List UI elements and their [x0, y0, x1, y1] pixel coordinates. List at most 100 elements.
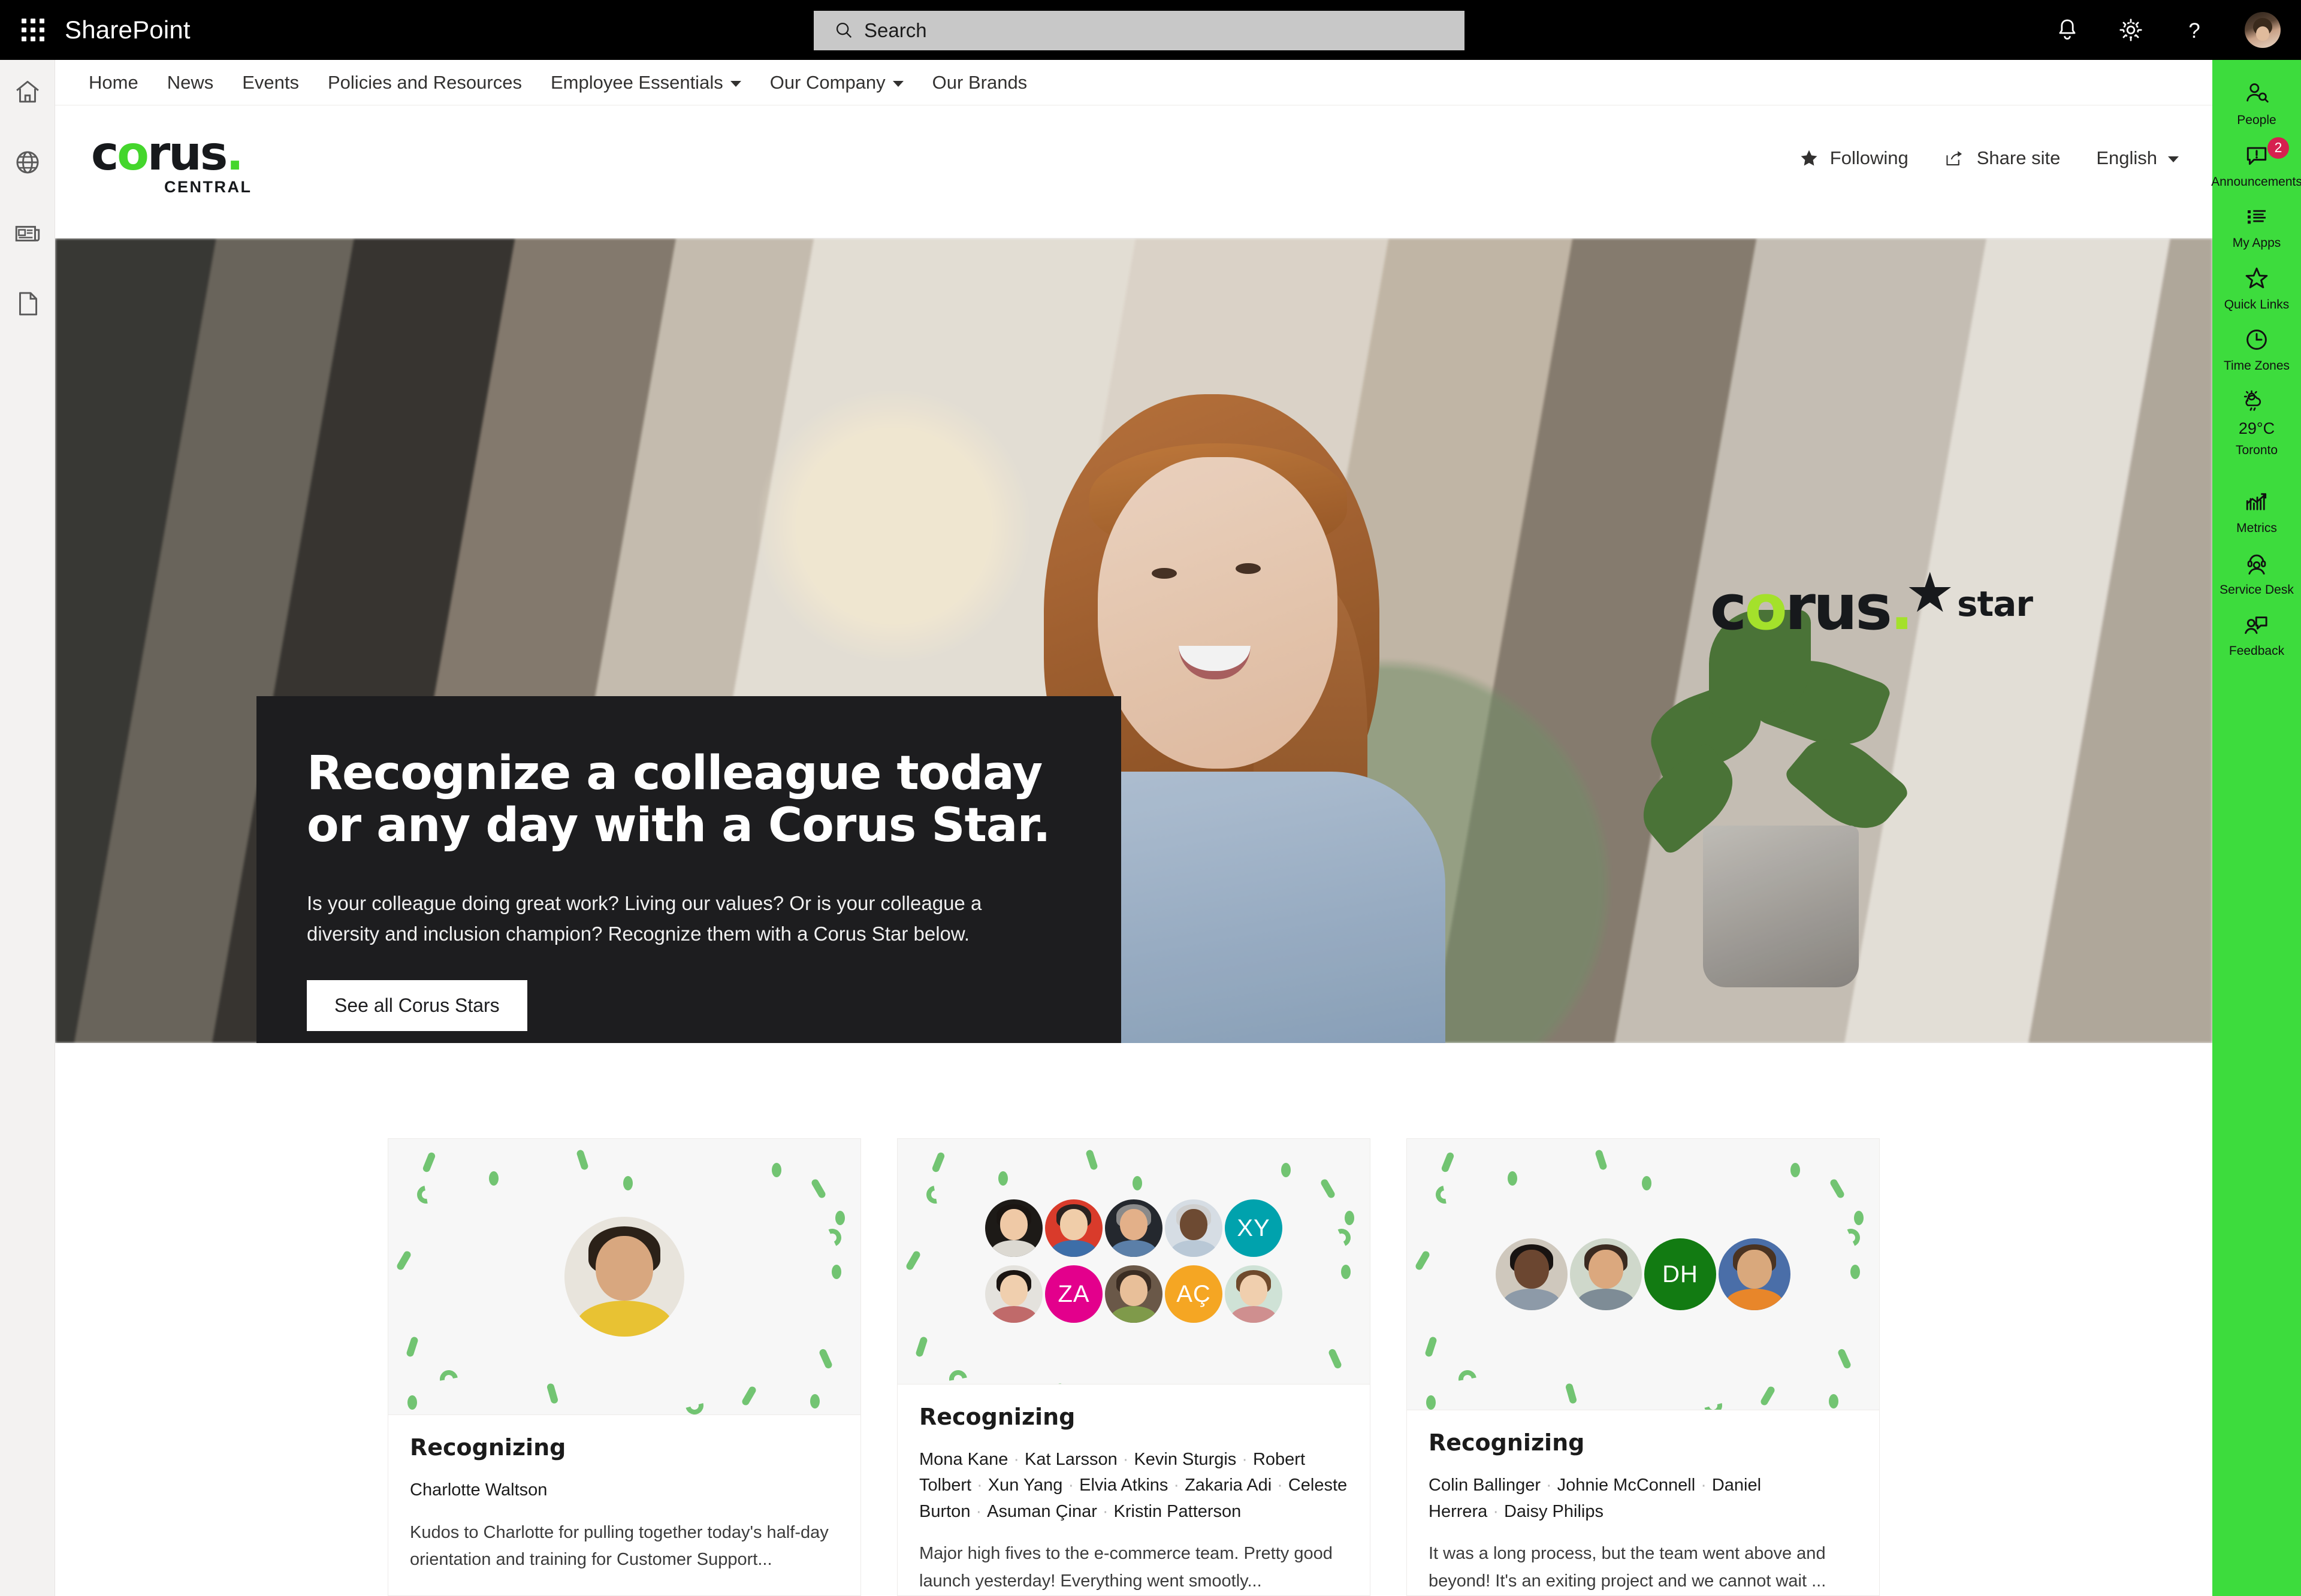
nav-label: Employee Essentials	[550, 71, 723, 93]
weather-icon	[2242, 388, 2272, 415]
notifications-icon[interactable]	[2054, 17, 2080, 43]
card-recognized-names: Colin Ballinger · Johnie McConnell · Daniel …	[1429, 1476, 1762, 1521]
globe-icon[interactable]	[13, 147, 43, 177]
right-rail-item-metrics[interactable]: Metrics	[2212, 482, 2301, 544]
recognition-card[interactable]: XY ZA AÇ Recognizing Mona Kane · Kat Larss…	[897, 1138, 1370, 1596]
share-site-label: Share site	[1976, 147, 2061, 168]
card-body: Recognizing Mona Kane · Kat Larsson · Kevin …	[898, 1383, 1370, 1595]
avatar-group: XY ZA AÇ	[985, 1199, 1282, 1323]
page-icon[interactable]	[13, 289, 43, 319]
hero-heading-line-2: or any day with a Corus Star.	[307, 799, 1050, 853]
right-rail-label: Service Desk	[2220, 582, 2294, 597]
recognition-card[interactable]: Recognizing Charlotte Waltson Kudos to C…	[388, 1138, 861, 1596]
svg-text:?: ?	[2188, 19, 2200, 43]
right-rail-item-feedback[interactable]: Feedback	[2212, 605, 2301, 667]
nav-item-news[interactable]: News	[153, 72, 228, 93]
avatar-initials: DH	[1644, 1238, 1716, 1311]
card-heading: Recognizing	[1429, 1429, 1585, 1456]
star-icon: ★	[1905, 563, 1955, 624]
card-avatar-area: XY ZA AÇ	[898, 1139, 1370, 1384]
corus-star-suffix: star	[1957, 584, 2033, 624]
card-body: Recognizing Colin Ballinger · Johnie McCon…	[1407, 1410, 1879, 1595]
nav-item-our-company[interactable]: Our Company	[756, 72, 918, 93]
search-placeholder: Search	[864, 19, 927, 41]
account-avatar[interactable]	[2245, 12, 2281, 48]
recognized-name: Kristin Patterson	[1113, 1501, 1242, 1521]
metrics-icon	[2242, 488, 2272, 516]
suite-actions: ?	[2054, 0, 2281, 60]
following-label: Following	[1829, 147, 1909, 168]
right-rail-label: Metrics	[2236, 521, 2277, 536]
nav-item-home[interactable]: Home	[74, 72, 153, 93]
right-rail-item-people[interactable]: People	[2212, 74, 2301, 136]
right-rail-label: Announcements	[2211, 174, 2301, 189]
avatar-initials: AÇ	[1165, 1265, 1222, 1323]
nav-item-our-brands[interactable]: Our Brands	[918, 72, 1042, 93]
card-avatar-area	[388, 1139, 860, 1414]
site-header: corus. CENTRAL Following Share site Engl…	[55, 105, 2212, 238]
chevron-down-icon	[730, 80, 741, 87]
following-button[interactable]: Following	[1799, 147, 1909, 169]
avatar	[1496, 1238, 1568, 1311]
site-logo-wordmark: corus.	[91, 127, 244, 181]
news-icon[interactable]	[13, 218, 43, 248]
avatar	[564, 1217, 684, 1337]
language-selector[interactable]: English	[2096, 147, 2179, 169]
site-header-actions: Following Share site English	[1799, 147, 2179, 169]
recognized-name: Asuman Çinar	[987, 1501, 1097, 1521]
suite-bar: SharePoint Search ?	[0, 0, 2301, 60]
search-icon	[836, 22, 852, 38]
app-launcher-icon[interactable]	[17, 14, 49, 46]
card-avatar-area: DH	[1407, 1139, 1879, 1410]
chevron-down-icon	[892, 80, 904, 87]
star-icon	[2242, 265, 2272, 292]
hero-text-panel: Recognize a colleague today or any day w…	[256, 696, 1121, 1043]
language-label: English	[2096, 147, 2157, 168]
nav-label: News	[167, 71, 214, 93]
recognized-name: Zakaria Adi	[1185, 1476, 1272, 1495]
card-description: Major high fives to the e-commerce team.…	[919, 1544, 1333, 1591]
right-rail-item-announcements[interactable]: 2 Announcements	[2211, 136, 2301, 198]
card-recognized-names: Charlotte Waltson	[410, 1477, 839, 1504]
avatar	[1570, 1238, 1642, 1311]
clock-icon	[2242, 326, 2272, 353]
people-icon	[2242, 80, 2272, 108]
nav-item-employee-essentials[interactable]: Employee Essentials	[536, 72, 756, 93]
card-description: It was a long process, but the team went…	[1429, 1544, 1826, 1591]
avatar	[1105, 1265, 1162, 1323]
right-rail-item-my-apps[interactable]: My Apps	[2212, 197, 2301, 259]
avatar-initials: XY	[1225, 1199, 1282, 1258]
right-rail-item-quick-links[interactable]: Quick Links	[2212, 259, 2301, 321]
see-all-corus-stars-button[interactable]: See all Corus Stars	[307, 980, 527, 1032]
nav-label: Home	[89, 71, 138, 93]
help-icon[interactable]: ?	[2181, 17, 2208, 43]
card-heading: Recognizing	[919, 1403, 1076, 1430]
recognized-name: Kat Larsson	[1025, 1449, 1118, 1469]
nav-item-events[interactable]: Events	[228, 72, 313, 93]
left-rail	[0, 60, 55, 1596]
site-navigation: Home News Events Policies and Resources …	[55, 60, 2212, 105]
nav-item-policies-and-resources[interactable]: Policies and Resources	[313, 72, 536, 93]
share-site-button[interactable]: Share site	[1944, 147, 2061, 169]
recognized-name: Mona Kane	[919, 1449, 1008, 1469]
home-icon[interactable]	[13, 77, 43, 107]
weather-city-label: Toronto	[2235, 443, 2278, 457]
right-rail-item-time-zones[interactable]: Time Zones	[2212, 320, 2301, 382]
recognition-card[interactable]: DH Recognizing Colin Ballinger · Johnie Mc…	[1406, 1138, 1880, 1596]
right-rail-item-service-desk[interactable]: Service Desk	[2212, 544, 2301, 606]
avatar-group: DH	[1496, 1238, 1790, 1311]
right-rail-item-weather[interactable]: 29°C Toronto	[2212, 382, 2301, 466]
card-description: Kudos to Charlotte for pulling together …	[410, 1522, 829, 1570]
nav-label: Our Brands	[932, 71, 1028, 93]
suite-title[interactable]: SharePoint	[65, 16, 191, 44]
card-recognized-names: Mona Kane · Kat Larsson · Kevin Sturgis · Robe…	[919, 1449, 1348, 1521]
site-logo[interactable]: corus. CENTRAL	[91, 127, 252, 197]
nav-label: Policies and Resources	[328, 71, 522, 93]
search-input[interactable]: Search	[814, 11, 1464, 50]
avatar	[1225, 1265, 1282, 1323]
right-rail-label: My Apps	[2232, 236, 2281, 250]
right-rail-label: Quick Links	[2224, 297, 2290, 312]
settings-icon[interactable]	[2118, 17, 2144, 43]
hero-body-text: Is your colleague doing great work? Livi…	[307, 891, 982, 945]
avatar	[1045, 1199, 1103, 1258]
